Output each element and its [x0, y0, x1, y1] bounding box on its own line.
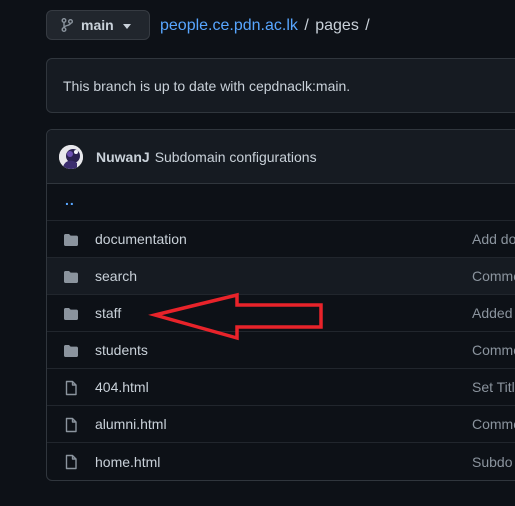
file-icon: [65, 454, 77, 470]
folder-icon: [64, 308, 78, 320]
breadcrumb-repo-link[interactable]: people.ce.pdn.ac.lk: [160, 17, 298, 34]
branch-select-button[interactable]: main: [46, 10, 150, 40]
file-row[interactable]: search Comme: [47, 258, 515, 295]
breadcrumb-separator: /: [304, 17, 309, 34]
file-row[interactable]: home.html Subdo: [47, 443, 515, 480]
file-commit-message[interactable]: Set Titl: [472, 379, 515, 395]
file-commit-message[interactable]: Comme: [472, 416, 515, 432]
file-row[interactable]: staff Added: [47, 295, 515, 332]
file-commit-message[interactable]: Comme: [472, 268, 515, 284]
breadcrumb: people.ce.pdn.ac.lk / pages /: [160, 15, 372, 37]
file-name[interactable]: home.html: [95, 454, 160, 470]
file-row[interactable]: students Comme: [47, 332, 515, 369]
file-icon: [65, 380, 77, 396]
folder-icon: [64, 271, 78, 283]
chevron-down-icon: [122, 23, 131, 29]
folder-icon: [64, 234, 78, 246]
file-commit-message[interactable]: Subdo: [472, 454, 512, 470]
file-name[interactable]: staff: [95, 305, 121, 321]
file-commit-message[interactable]: Comme: [472, 342, 515, 358]
file-name[interactable]: students: [95, 342, 148, 358]
file-row[interactable]: 404.html Set Titl: [47, 369, 515, 406]
repo-file-browser: main people.ce.pdn.ac.lk / pages / This …: [0, 0, 515, 506]
branch-status-box: This branch is up to date with cepdnaclk…: [46, 58, 515, 113]
parent-directory-link[interactable]: ..: [65, 192, 75, 208]
file-name[interactable]: search: [95, 268, 137, 284]
file-name[interactable]: 404.html: [95, 379, 149, 395]
avatar[interactable]: [59, 144, 83, 169]
file-name[interactable]: documentation: [95, 231, 187, 247]
branch-label: main: [81, 17, 114, 33]
latest-commit-row: NuwanJ Subdomain configurations: [47, 130, 515, 184]
file-listing: NuwanJ Subdomain configurations .. docum…: [46, 129, 515, 481]
file-row[interactable]: documentation Add do: [47, 221, 515, 258]
breadcrumb-current-folder: pages: [315, 17, 359, 34]
avatar-image: [59, 144, 83, 169]
commit-author[interactable]: NuwanJ: [96, 149, 150, 165]
file-icon: [65, 417, 77, 433]
folder-icon: [64, 345, 78, 357]
file-row[interactable]: alumni.html Comme: [47, 406, 515, 443]
commit-message[interactable]: Subdomain configurations: [155, 149, 317, 165]
file-name[interactable]: alumni.html: [95, 416, 167, 432]
branch-status-text: This branch is up to date with cepdnaclk…: [63, 77, 351, 94]
breadcrumb-trailing-separator: /: [365, 17, 370, 34]
git-branch-icon: [61, 18, 73, 32]
parent-directory-row[interactable]: ..: [47, 184, 515, 221]
file-commit-message[interactable]: Added: [472, 305, 512, 321]
file-commit-message[interactable]: Add do: [472, 231, 515, 247]
